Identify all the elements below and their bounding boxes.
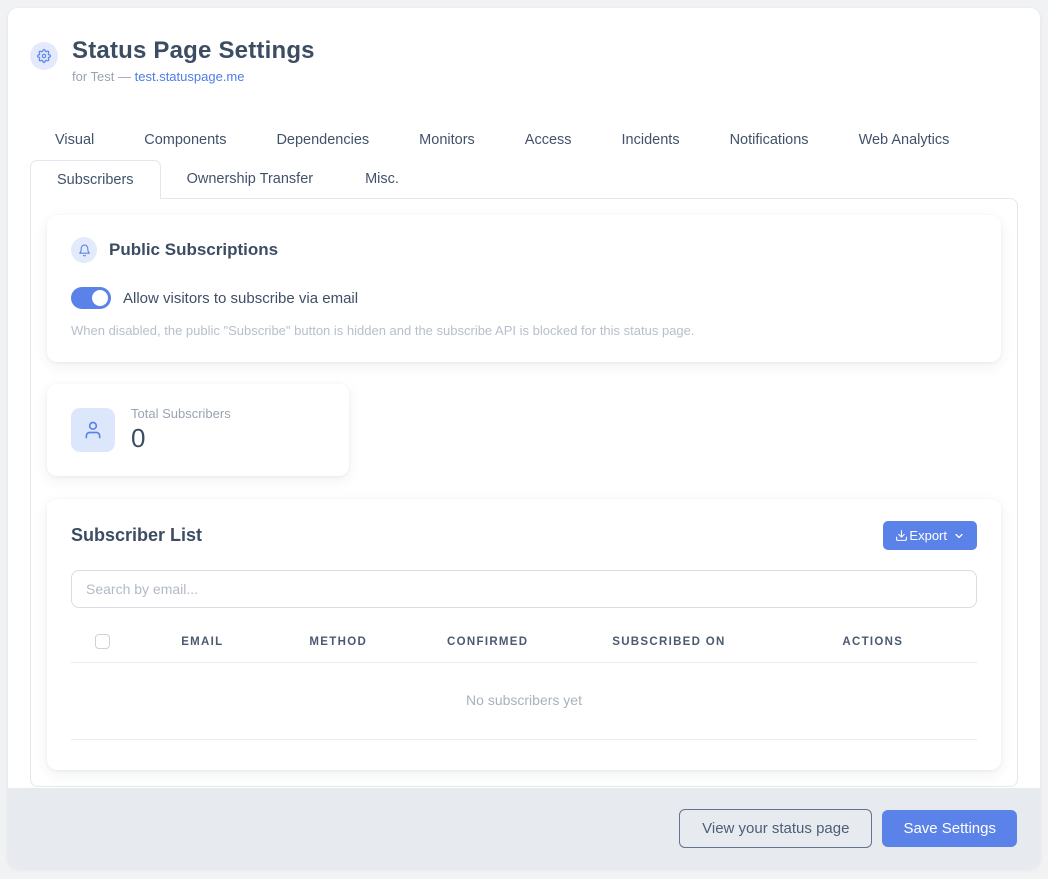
chevron-down-icon [953,530,965,542]
bell-icon-badge [71,237,97,263]
tab-visual[interactable]: Visual [30,122,119,158]
empty-state-message: No subscribers yet [71,663,977,740]
gear-icon [37,49,51,63]
settings-window: Status Page Settings for Test — test.sta… [8,8,1040,868]
subscriber-table: EMAIL METHOD CONFIRMED SUBSCRIBED ON ACT… [71,624,977,740]
total-subscribers-text: Total Subscribers 0 [131,406,231,454]
export-button-label: Export [909,528,947,543]
tab-access[interactable]: Access [500,122,597,158]
tab-web-analytics[interactable]: Web Analytics [834,122,975,158]
subscriber-list-title: Subscriber List [71,525,202,546]
column-actions: ACTIONS [769,624,977,663]
empty-state-row: No subscribers yet [71,663,977,740]
status-page-link[interactable]: test.statuspage.me [135,69,245,84]
header-text: Status Page Settings for Test — test.sta… [72,36,315,84]
settings-avatar [30,42,58,70]
subtitle-prefix: for Test — [72,69,135,84]
page-header: Status Page Settings for Test — test.sta… [8,8,1040,84]
tab-dependencies[interactable]: Dependencies [251,122,394,158]
subscribe-toggle-row: Allow visitors to subscribe via email [71,287,977,309]
tab-ownership-transfer[interactable]: Ownership Transfer [161,160,340,198]
column-subscribed-on: SUBSCRIBED ON [569,624,768,663]
table-header-row: EMAIL METHOD CONFIRMED SUBSCRIBED ON ACT… [71,624,977,663]
column-method: METHOD [270,624,406,663]
export-button[interactable]: Export [883,521,977,550]
download-icon [895,529,908,542]
tab-bar-secondary: Subscribers Ownership Transfer Misc. [8,160,1040,198]
public-subscriptions-card: Public Subscriptions Allow visitors to s… [47,215,1001,362]
tab-subscribers[interactable]: Subscribers [30,160,161,199]
subscribe-toggle[interactable] [71,287,111,309]
total-subscribers-label: Total Subscribers [131,406,231,421]
tab-bar-primary: Visual Components Dependencies Monitors … [8,122,1040,158]
tab-components[interactable]: Components [119,122,251,158]
user-icon [83,420,103,440]
footer-action-bar: View your status page Save Settings [8,788,1040,868]
subscribe-toggle-label: Allow visitors to subscribe via email [123,290,358,307]
subscriber-list-header: Subscriber List Export [71,521,977,550]
public-subscriptions-header: Public Subscriptions [71,237,977,263]
subscriber-list-card: Subscriber List Export [47,499,1001,770]
save-settings-button[interactable]: Save Settings [882,810,1017,847]
column-confirmed: CONFIRMED [406,624,569,663]
page-subtitle: for Test — test.statuspage.me [72,69,315,84]
view-status-page-button[interactable]: View your status page [679,809,872,848]
column-email: EMAIL [134,624,270,663]
subscriber-icon-badge [71,408,115,452]
total-subscribers-value: 0 [131,423,231,454]
select-all-checkbox[interactable] [95,634,110,649]
bell-icon [78,244,91,257]
subscribers-panel: Public Subscriptions Allow visitors to s… [30,198,1018,787]
total-subscribers-card: Total Subscribers 0 [47,384,349,476]
tab-notifications[interactable]: Notifications [705,122,834,158]
public-subscriptions-title: Public Subscriptions [109,240,278,260]
toggle-knob [92,290,108,306]
subscribe-helper-text: When disabled, the public "Subscribe" bu… [71,323,977,338]
tab-misc[interactable]: Misc. [339,160,425,198]
page-title: Status Page Settings [72,36,315,66]
tab-incidents[interactable]: Incidents [597,122,705,158]
select-all-cell [71,624,134,663]
search-input[interactable] [71,570,977,608]
tab-monitors[interactable]: Monitors [394,122,500,158]
